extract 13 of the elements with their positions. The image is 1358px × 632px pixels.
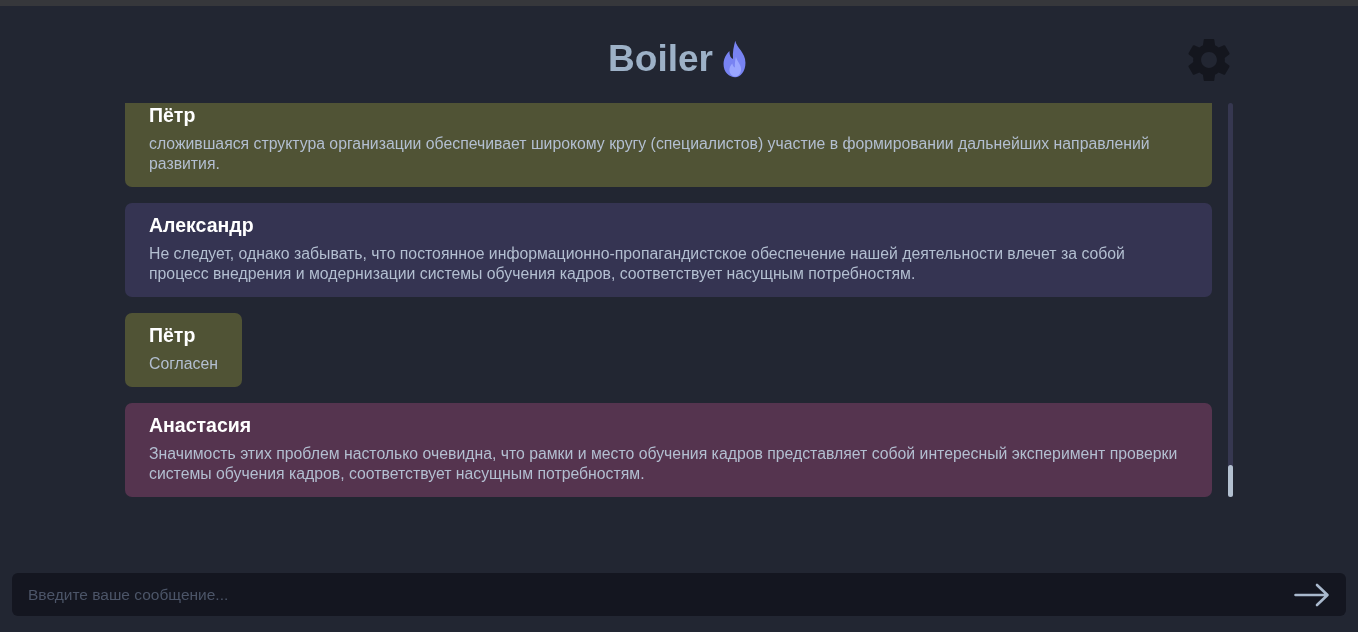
message-text: Не следует, однако забывать, что постоянное информационно-пропагандистское обеспечение нашей деятельности влечет за собой процесс внедрения и модернизации системы обучения кадров, соответствует насущным потребностям. — [149, 244, 1126, 284]
scrollbar-track[interactable] — [1228, 103, 1233, 497]
sender-name: Пётр — [149, 323, 197, 348]
sender-name: Александр — [149, 213, 255, 238]
scrollbar-thumb[interactable] — [1228, 465, 1233, 497]
message-text: Согласен — [149, 354, 219, 374]
message-text: сложившаяся структура организации обеспечивает широкому кругу (специалистов) участие в формировании дальнейших направлений развития. — [149, 134, 1151, 174]
app-title: Boiler — [608, 36, 713, 81]
sender-name: Анастасия — [149, 413, 253, 438]
message-text: Значимость этих проблем настолько очевидна, что рамки и место обучения кадров представляет собой интересный эксперимент проверки системы обучения кадров, соответствует насущным потребностям. — [149, 444, 1179, 484]
arrow-icon[interactable] — [1294, 583, 1330, 607]
message-input[interactable]: Введите ваше сообщение... — [12, 573, 1346, 616]
sender-name: Пётр — [149, 103, 197, 128]
